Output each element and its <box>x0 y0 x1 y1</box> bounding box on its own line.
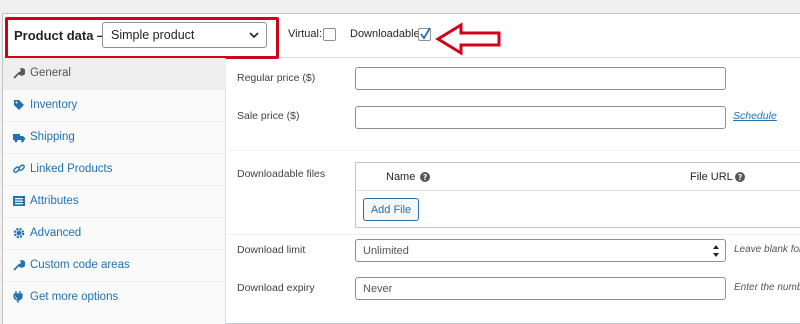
tab-advanced[interactable]: Advanced <box>3 218 226 250</box>
plugin-icon <box>13 291 23 303</box>
downloadable-files-label: Downloadable files <box>237 168 326 180</box>
general-options-panel: Regular price ($) Sale price ($) Schedul… <box>227 58 800 324</box>
download-limit-placeholder: Unlimited <box>363 245 409 257</box>
add-file-label: Add File <box>370 204 412 216</box>
tab-shipping[interactable]: Shipping <box>3 122 226 154</box>
link-icon <box>13 164 25 174</box>
help-icon[interactable]: ? <box>735 172 745 182</box>
tab-label: Linked Products <box>30 163 113 175</box>
download-expiry-label: Download expiry <box>237 282 315 294</box>
wrench-icon <box>13 260 25 271</box>
spinner-arrows-icon[interactable] <box>712 243 720 259</box>
svg-text:?: ? <box>423 173 427 182</box>
tab-label: Get more options <box>30 291 119 303</box>
schedule-link[interactable]: Schedule <box>733 110 777 122</box>
product-type-value: Simple product <box>111 28 195 42</box>
truck-icon <box>13 134 25 143</box>
virtual-label: Virtual: <box>288 28 323 40</box>
sale-price-input[interactable] <box>355 106 726 129</box>
product-data-label: Product data — <box>14 28 111 43</box>
download-limit-input[interactable]: Unlimited <box>355 239 726 262</box>
downloadable-checkbox[interactable] <box>418 27 431 41</box>
add-file-button[interactable]: Add File <box>363 198 419 221</box>
chevron-down-icon <box>249 32 259 39</box>
tab-custom-code-areas[interactable]: Custom code areas <box>3 250 226 282</box>
downloadable-files-table: Name ? File URL ? Add File <box>355 162 800 228</box>
tab-label: Shipping <box>30 131 75 143</box>
files-table-header: Name ? File URL ? <box>356 163 800 191</box>
sale-price-label: Sale price ($) <box>237 110 300 122</box>
download-expiry-placeholder: Never <box>363 283 393 295</box>
product-data-panel: Product data — Simple product Virtual: D… <box>2 13 800 324</box>
tab-get-more-options[interactable]: Get more options <box>3 282 226 314</box>
divider <box>227 150 800 151</box>
product-data-header: Product data — Simple product Virtual: D… <box>3 14 800 59</box>
product-data-tabs: General Inventory Shipping Linked Produc… <box>3 58 226 324</box>
tab-label: Attributes <box>30 195 79 207</box>
download-expiry-input[interactable]: Never <box>355 277 726 300</box>
gear-icon <box>13 227 25 239</box>
list-icon <box>13 196 25 206</box>
svg-text:?: ? <box>738 173 742 182</box>
help-icon[interactable]: ? <box>420 172 430 182</box>
divider <box>227 234 800 235</box>
virtual-checkbox[interactable] <box>323 28 336 41</box>
file-url-column-header: File URL <box>690 171 733 183</box>
regular-price-label: Regular price ($) <box>237 72 316 84</box>
checkmark-icon <box>420 27 431 40</box>
tag-icon <box>14 100 24 110</box>
download-expiry-hint: Enter the numb <box>734 282 800 293</box>
regular-price-input[interactable] <box>355 67 726 90</box>
download-limit-label: Download limit <box>237 244 306 256</box>
wrench-icon <box>13 68 25 79</box>
tab-label: General <box>30 67 71 79</box>
tab-label: Inventory <box>30 99 78 111</box>
tab-linked-products[interactable]: Linked Products <box>3 154 226 186</box>
downloadable-label: Downloadable: <box>350 28 423 40</box>
tab-label: Custom code areas <box>30 259 130 271</box>
download-limit-hint: Leave blank for <box>734 244 800 255</box>
red-arrow-icon <box>435 22 501 56</box>
product-type-select[interactable]: Simple product <box>102 22 267 48</box>
tab-attributes[interactable]: Attributes <box>3 186 226 218</box>
tab-general[interactable]: General <box>3 58 226 90</box>
tab-label: Advanced <box>30 227 82 239</box>
tab-inventory[interactable]: Inventory <box>3 90 226 122</box>
name-column-header: Name <box>386 171 416 183</box>
